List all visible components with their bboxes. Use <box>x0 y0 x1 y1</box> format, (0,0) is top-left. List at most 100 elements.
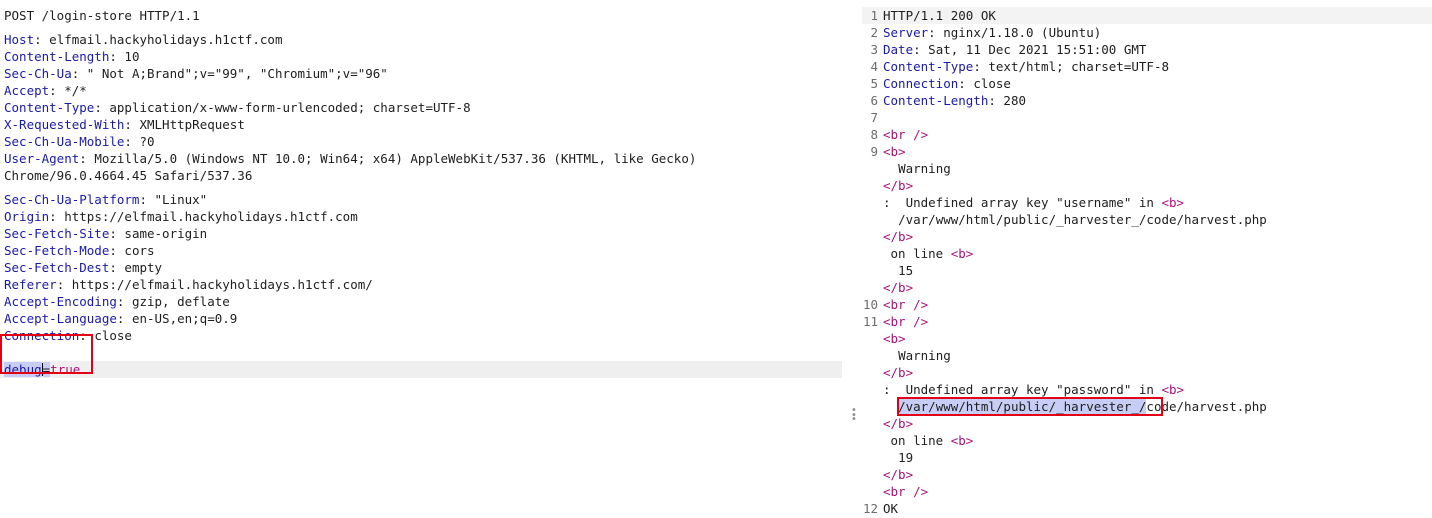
header-name: Host <box>4 32 35 47</box>
header-separator: : <box>988 93 1004 108</box>
header-name: Connection <box>4 328 80 343</box>
header-value: application/x-www-form-urlencoded; chars… <box>109 100 471 115</box>
gutter-line-number: 2 <box>870 25 878 40</box>
response-line: Warning <box>862 347 1432 364</box>
header-name: Server <box>883 25 929 40</box>
gutter-line-number: 11 <box>862 314 878 329</box>
response-viewer[interactable]: 1 HTTP/1.1 200 OK 2 Server: nginx/1.18.0 (U… <box>862 0 1432 518</box>
response-line: 4 Content-Type: text/html; charset=UTF-8 <box>862 58 1432 75</box>
header-line: Sec-Ch-Ua-Mobile: ?0 <box>0 133 842 150</box>
response-line: </b> <box>862 279 1432 296</box>
header-line: Accept-Encoding: gzip, deflate <box>0 293 842 310</box>
header-name: User-Agent <box>4 151 80 166</box>
header-line: Host: elfmail.hackyholidays.h1ctf.com <box>0 31 842 48</box>
header-name: Accept <box>4 83 50 98</box>
response-line: </b> <box>862 364 1432 381</box>
header-value: ?0 <box>139 134 155 149</box>
response-line: 7 <box>862 109 1432 126</box>
header-name: Accept-Language <box>4 311 117 326</box>
response-line: 9 <b> <box>862 143 1432 160</box>
b-close-tag: </b> <box>883 416 914 431</box>
header-name: Sec-Ch-Ua <box>4 66 72 81</box>
header-name: Connection <box>883 76 959 91</box>
header-separator: : <box>79 328 95 343</box>
header-name: Content-Length <box>4 49 110 64</box>
file-path-selected: /var/www/html/public/_harvester_/ <box>898 399 1147 414</box>
response-line: 8 <br /> <box>862 126 1432 143</box>
body-param-value: true <box>50 362 81 377</box>
header-line: Sec-Ch-Ua-Platform: "Linux" <box>0 191 842 208</box>
body-param-key: debug <box>4 362 42 377</box>
ua-continuation-line: Chrome/96.0.4664.45 Safari/537.36 <box>4 168 253 183</box>
header-name: Content-Type <box>4 100 95 115</box>
b-open-tag: <b> <box>950 246 974 261</box>
header-separator: : <box>116 294 132 309</box>
header-separator: : <box>71 66 87 81</box>
b-open-tag: <b> <box>883 144 906 159</box>
header-separator: : <box>34 32 50 47</box>
gutter-line-number: 12 <box>862 501 878 516</box>
response-line: 1 HTTP/1.1 200 OK <box>862 7 1432 24</box>
header-value: cors <box>124 243 155 258</box>
response-line: 10 <br /> <box>862 296 1432 313</box>
header-name: Sec-Ch-Ua-Platform <box>4 192 140 207</box>
response-line: on line <b> <box>862 245 1432 262</box>
header-value: gzip, deflate <box>131 294 230 309</box>
gutter-line-number: 8 <box>870 127 878 142</box>
request-body-line[interactable]: debug=true <box>0 361 842 378</box>
header-line: Sec-Ch-Ua: " Not A;Brand";v="99", "Chrom… <box>0 65 842 82</box>
pane-splitter-handle[interactable]: • • • <box>851 406 857 425</box>
header-value: elfmail.hackyholidays.h1ctf.com <box>49 32 283 47</box>
header-value: "Linux" <box>154 192 208 207</box>
header-separator: : <box>116 311 132 326</box>
warning-text: Warning <box>898 348 951 363</box>
header-value: 280 <box>1003 93 1026 108</box>
response-line: 19 <box>862 449 1432 466</box>
header-line: X-Requested-With: XMLHttpRequest <box>0 116 842 133</box>
response-line: /var/www/html/public/_harvester_/code/ha… <box>862 211 1432 228</box>
response-line: 11 <br /> <box>862 313 1432 330</box>
header-separator: : <box>913 42 929 57</box>
response-line: </b> <box>862 177 1432 194</box>
response-line: 15 <box>862 262 1432 279</box>
header-separator: : <box>139 192 155 207</box>
header-value: XMLHttpRequest <box>139 117 245 132</box>
header-separator: : <box>958 76 974 91</box>
header-line: Accept-Language: en-US,en;q=0.9 <box>0 310 842 327</box>
header-line: User-Agent: Mozilla/5.0 (Windows NT 10.0… <box>0 150 842 167</box>
response-line: 3 Date: Sat, 11 Dec 2021 15:51:00 GMT <box>862 41 1432 58</box>
header-name: Referer <box>4 277 57 292</box>
br-tag: <br /> <box>883 127 929 142</box>
header-name: Sec-Fetch-Dest <box>4 260 110 275</box>
br-tag: <br /> <box>883 314 929 329</box>
header-name: Content-Type <box>883 59 974 74</box>
status-line: HTTP/1.1 200 OK <box>883 8 996 23</box>
response-line: 2 Server: nginx/1.18.0 (Ubuntu) <box>862 24 1432 41</box>
b-close-tag: </b> <box>883 229 914 244</box>
gutter-line-number: 9 <box>870 144 878 159</box>
header-value: https://elfmail.hackyholidays.h1ctf.com <box>64 209 358 224</box>
header-name: Sec-Fetch-Site <box>4 226 110 241</box>
request-line: POST /login-store HTTP/1.1 <box>4 8 200 23</box>
header-value: text/html; charset=UTF-8 <box>988 59 1169 74</box>
header-line: Sec-Fetch-Mode: cors <box>0 242 842 259</box>
header-line: Origin: https://elfmail.hackyholidays.h1… <box>0 208 842 225</box>
header-name: Date <box>883 42 914 57</box>
b-close-tag: </b> <box>883 178 914 193</box>
gutter-line-number: 7 <box>870 110 878 125</box>
header-name: Sec-Ch-Ua-Mobile <box>4 134 125 149</box>
response-line: : Undefined array key "password" in <b> <box>862 381 1432 398</box>
error-text: Undefined array key "username" in <box>905 195 1162 210</box>
response-line: on line <b> <box>862 432 1432 449</box>
request-editor[interactable]: POST /login-store HTTP/1.1 Host: elfmail… <box>0 0 842 518</box>
header-name: Origin <box>4 209 50 224</box>
br-tag: <br /> <box>883 484 929 499</box>
header-separator: : <box>49 83 65 98</box>
b-open-tag: <b> <box>1161 382 1185 397</box>
